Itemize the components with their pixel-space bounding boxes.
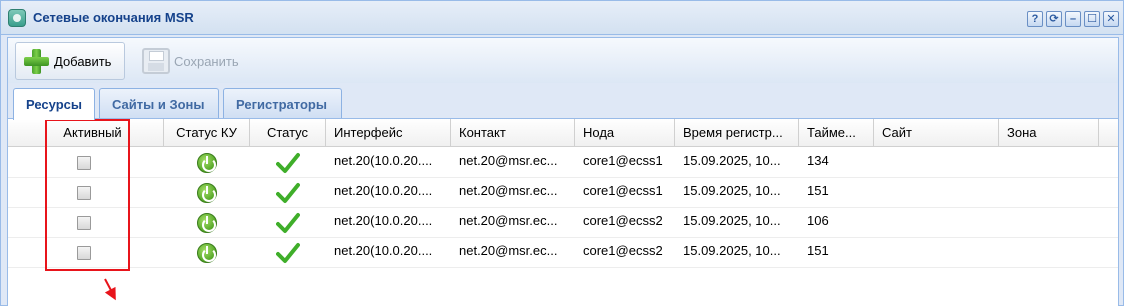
cell-zone xyxy=(999,148,1099,178)
column-header-node[interactable]: Нода xyxy=(575,119,675,147)
cell-interface: net.20(10.0.20.... xyxy=(334,213,433,228)
column-header-interface[interactable]: Интерфейс xyxy=(326,119,451,147)
cell-interface: net.20(10.0.20.... xyxy=(334,183,433,198)
column-header-site[interactable]: Сайт xyxy=(874,119,999,147)
cell-zone xyxy=(999,238,1099,268)
cell-interface: net.20(10.0.20.... xyxy=(334,243,433,258)
window-tools: ? ⟳ – ☐ ✕ xyxy=(1027,11,1119,27)
save-button[interactable]: Сохранить xyxy=(135,42,253,80)
cell-timer: 151 xyxy=(807,243,829,258)
active-checkbox[interactable] xyxy=(77,216,91,230)
tab-resources[interactable]: Ресурсы xyxy=(13,88,95,120)
table-row[interactable]: net.20(10.0.20.... net.20@msr.ec... core… xyxy=(8,238,1118,268)
window-titlebar[interactable]: Сетевые окончания MSR ? ⟳ – ☐ ✕ xyxy=(1,1,1123,35)
minimize-icon[interactable]: – xyxy=(1065,11,1081,27)
cell-timer: 134 xyxy=(807,153,829,168)
window-app-icon xyxy=(8,9,26,27)
cell-reg-time: 15.09.2025, 10... xyxy=(683,153,781,168)
active-checkbox[interactable] xyxy=(77,246,91,260)
cell-reg-time: 15.09.2025, 10... xyxy=(683,183,781,198)
active-checkbox[interactable] xyxy=(77,156,91,170)
grid-header: Активный Статус КУ Статус Интерфейс Конт… xyxy=(8,119,1118,147)
save-disk-icon xyxy=(142,48,170,74)
cell-node: core1@ecss1 xyxy=(583,153,663,168)
cell-reg-time: 15.09.2025, 10... xyxy=(683,243,781,258)
cell-reg-time: 15.09.2025, 10... xyxy=(683,213,781,228)
column-header-status[interactable]: Статус xyxy=(250,119,326,147)
cell-site xyxy=(874,238,999,268)
column-header-contact[interactable]: Контакт xyxy=(451,119,575,147)
cell-site xyxy=(874,148,999,178)
help-icon[interactable]: ? xyxy=(1027,11,1043,27)
checkmark-icon xyxy=(276,183,300,203)
window-title: Сетевые окончания MSR xyxy=(33,10,194,25)
column-header-active[interactable]: Активный xyxy=(8,119,164,147)
column-header-ku-status[interactable]: Статус КУ xyxy=(164,119,250,147)
cell-site xyxy=(874,208,999,238)
add-button-label: Добавить xyxy=(54,53,112,69)
cell-zone xyxy=(999,178,1099,208)
column-header-timer[interactable]: Таймe... xyxy=(799,119,874,147)
cell-contact: net.20@msr.ec... xyxy=(459,243,558,258)
cell-node: core1@ecss1 xyxy=(583,183,663,198)
table-row[interactable]: net.20(10.0.20.... net.20@msr.ec... core… xyxy=(8,148,1118,178)
cell-timer: 151 xyxy=(807,183,829,198)
tab-registrars[interactable]: Регистраторы xyxy=(223,88,342,119)
power-on-icon xyxy=(197,183,217,203)
cell-node: core1@ecss2 xyxy=(583,243,663,258)
refresh-icon[interactable]: ⟳ xyxy=(1046,11,1062,27)
toolbar: Добавить Сохранить xyxy=(7,37,1119,83)
column-header-reg-time[interactable]: Время регистр... xyxy=(675,119,799,147)
checkmark-icon xyxy=(276,213,300,233)
cell-contact: net.20@msr.ec... xyxy=(459,213,558,228)
checkmark-icon xyxy=(276,243,300,263)
power-on-icon xyxy=(197,213,217,233)
table-row[interactable]: net.20(10.0.20.... net.20@msr.ec... core… xyxy=(8,208,1118,238)
close-icon[interactable]: ✕ xyxy=(1103,11,1119,27)
table-row[interactable]: net.20(10.0.20.... net.20@msr.ec... core… xyxy=(8,178,1118,208)
power-on-icon xyxy=(197,243,217,263)
cell-contact: net.20@msr.ec... xyxy=(459,183,558,198)
cell-zone xyxy=(999,208,1099,238)
resources-grid: Активный Статус КУ Статус Интерфейс Конт… xyxy=(7,119,1119,306)
tab-sites-zones[interactable]: Сайты и Зоны xyxy=(99,88,219,119)
msr-window: Сетевые окончания MSR ? ⟳ – ☐ ✕ Добавить… xyxy=(0,0,1124,306)
active-checkbox[interactable] xyxy=(77,186,91,200)
checkmark-icon xyxy=(276,153,300,173)
add-button[interactable]: Добавить xyxy=(15,42,125,80)
cell-interface: net.20(10.0.20.... xyxy=(334,153,433,168)
column-header-zone[interactable]: Зона xyxy=(999,119,1099,147)
cell-site xyxy=(874,178,999,208)
power-on-icon xyxy=(197,153,217,173)
cell-timer: 106 xyxy=(807,213,829,228)
maximize-icon[interactable]: ☐ xyxy=(1084,11,1100,27)
cell-node: core1@ecss2 xyxy=(583,213,663,228)
tab-strip: Ресурсы Сайты и Зоны Регистраторы xyxy=(7,83,1119,120)
plus-icon xyxy=(22,47,50,75)
cell-contact: net.20@msr.ec... xyxy=(459,153,558,168)
save-button-label: Сохранить xyxy=(174,53,239,69)
